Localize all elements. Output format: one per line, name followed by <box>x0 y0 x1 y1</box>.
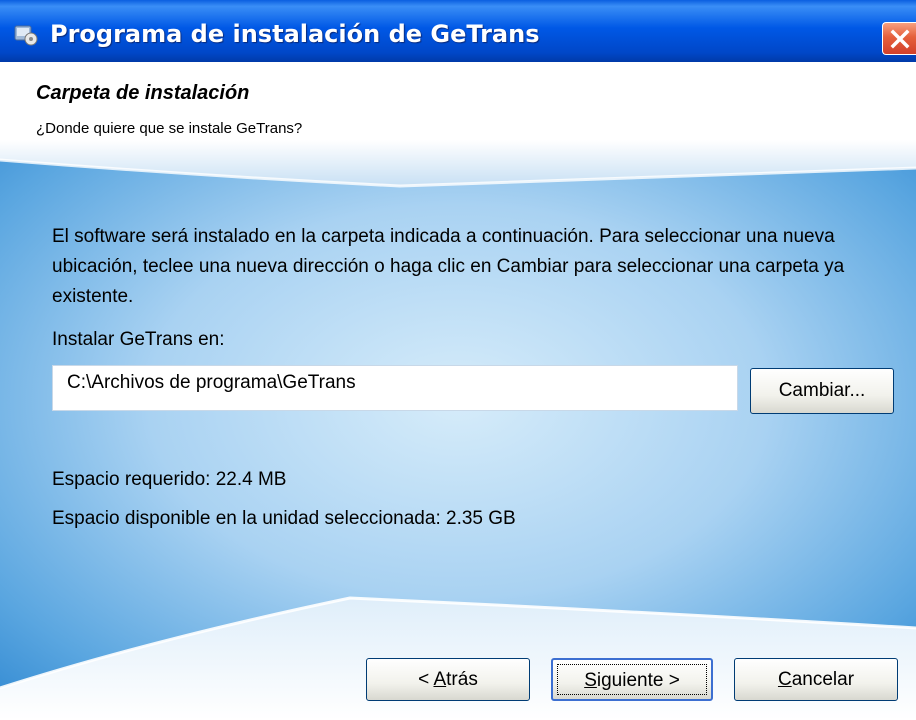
change-button[interactable]: Cambiar... <box>750 368 894 414</box>
install-path-field[interactable]: C:\Archivos de programa\GeTrans <box>52 365 738 411</box>
install-location-label: Instalar GeTrans en: <box>52 329 225 350</box>
cancel-button[interactable]: Cancelar <box>734 658 898 701</box>
back-button[interactable]: < Atrás <box>366 658 530 701</box>
space-required-text: Espacio requerido: 22.4 MB <box>52 469 287 490</box>
next-button[interactable]: Siguiente > <box>551 658 713 701</box>
back-label-rest: trás <box>446 669 478 690</box>
main-content: El software será instalado en la carpeta… <box>0 0 916 720</box>
description-text: El software será instalado en la carpeta… <box>52 226 845 307</box>
cancel-mnemonic: C <box>777 669 792 690</box>
back-mnemonic: A <box>433 669 447 690</box>
back-prefix: < <box>418 669 434 690</box>
installer-window: Programa de instalación de GeTrans Carpe… <box>0 0 916 720</box>
cancel-label-rest: ancelar <box>791 669 855 690</box>
focus-ring <box>557 664 707 695</box>
space-available-text: Espacio disponible en la unidad seleccio… <box>52 508 516 529</box>
